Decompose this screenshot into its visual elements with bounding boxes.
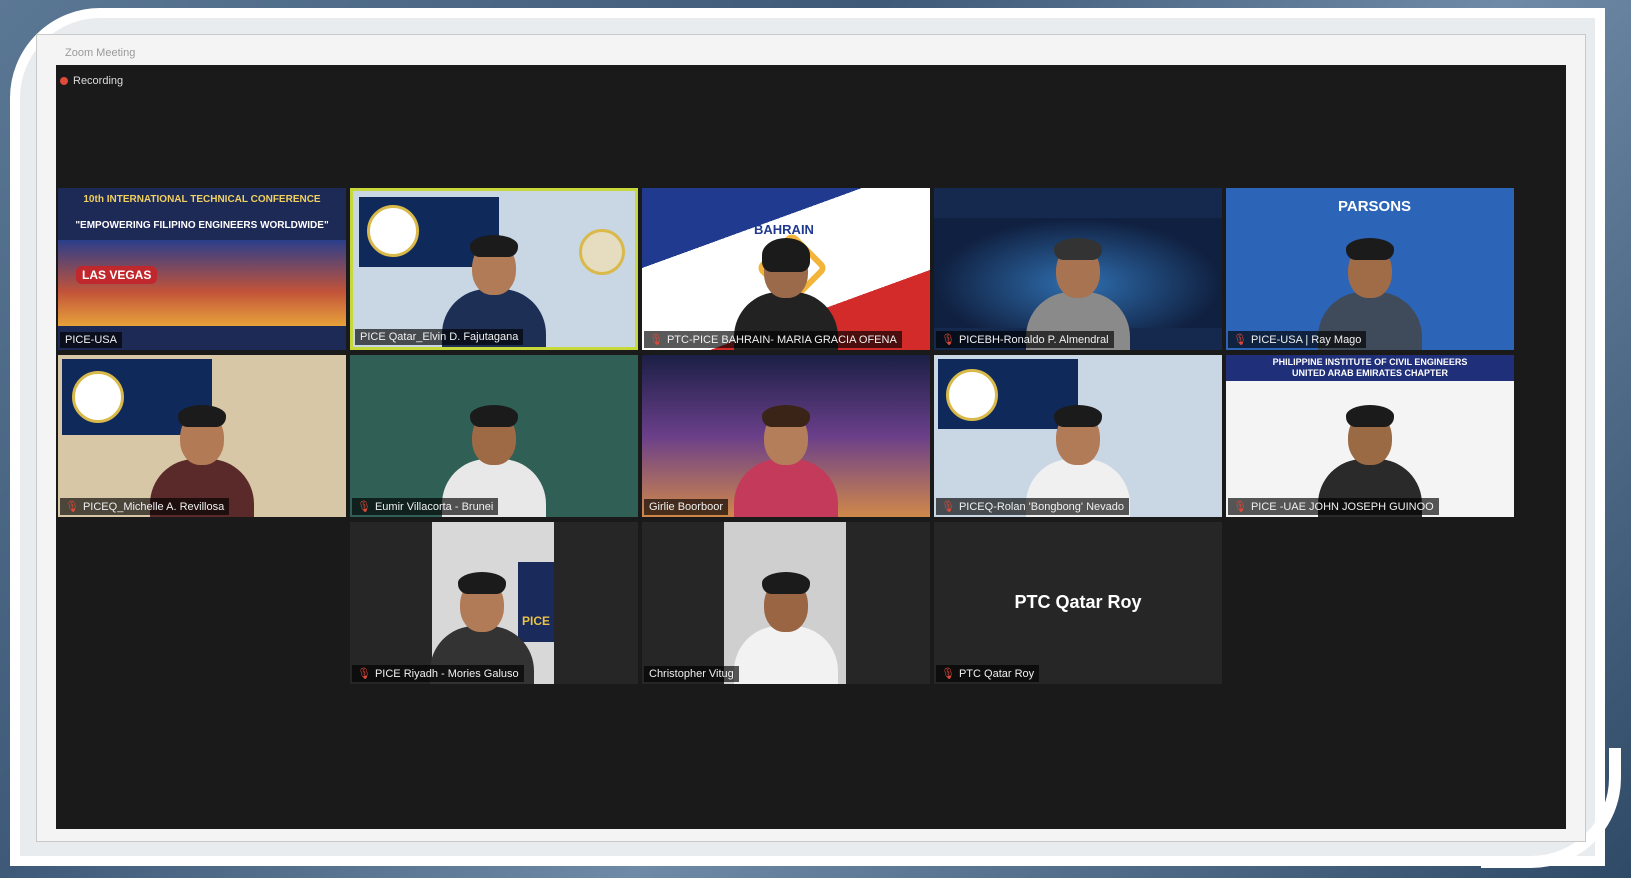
video-tile[interactable]: 🎙 Eumir Villacorta - Brunei [350,355,638,517]
participant-name-label: PICE Qatar_Elvin D. Fajutagana [355,329,524,345]
participant-name-label: 🎙 PICEQ_Michelle A. Revillosa [60,498,230,515]
zoom-window: Zoom Meeting Recording 10th INTERNATIONA… [36,34,1586,842]
participant-video [726,397,846,517]
video-tile[interactable]: 🎙 PICEQ_Michelle A. Revillosa [58,355,346,517]
participant-center-name: PTC Qatar Roy [1014,592,1142,612]
video-tile[interactable]: 10th INTERNATIONAL TECHNICAL CONFERENCE … [58,188,346,350]
recording-indicator[interactable]: Recording [60,75,123,87]
window-title: Zoom Meeting [65,47,136,59]
recording-dot-icon [60,77,68,85]
recording-label: Recording [73,75,124,87]
video-tile[interactable]: PARSONS 🎙 PICE-USA | Ray Mago [1226,188,1514,350]
participant-name-label: Girlie Boorboor [644,499,728,515]
mic-muted-icon: 🎙 [65,501,79,513]
participant-name-label: 🎙 PTC Qatar Roy [936,665,1040,682]
participant-name-label: PICE-USA [60,332,122,348]
participant-name-label: 🎙 PICEBH-Ronaldo P. Almendral [936,331,1114,348]
participant-video [726,564,846,684]
participant-name-label: 🎙 PICE Riyadh - Mories Galuso [352,665,524,682]
mic-muted-icon: 🎙 [357,668,371,680]
uae-banner-line1: PHILIPPINE INSTITUTE OF CIVIL ENGINEERS [1272,357,1468,367]
mic-muted-icon: 🎙 [1233,334,1247,346]
participant-name-label: 🎙 Eumir Villacorta - Brunei [352,498,499,515]
video-tile-active-speaker[interactable]: PICE Qatar_Elvin D. Fajutagana [350,188,638,350]
participant-name-label: Christopher Vitug [644,666,739,682]
conference-title: 10th INTERNATIONAL TECHNICAL CONFERENCE [83,194,321,205]
video-tile[interactable]: 🎙 PICEQ-Rolan 'Bongbong' Nevado [934,355,1222,517]
video-tile[interactable]: 🎙 PICEBH-Ronaldo P. Almendral [934,188,1222,350]
award-seal-icon [579,229,625,275]
pice-emblem-icon [367,205,419,257]
video-tile[interactable]: Christopher Vitug [642,522,930,684]
mic-muted-icon: 🎙 [1233,501,1247,513]
mic-muted-icon: 🎙 [357,501,371,513]
video-tile[interactable]: Girlie Boorboor [642,355,930,517]
mic-muted-icon: 🎙 [941,668,955,680]
participant-name-label: 🎙 PICEQ-Rolan 'Bongbong' Nevado [936,498,1129,515]
video-tile-video-off[interactable]: PTC Qatar Roy 🎙 PTC Qatar Roy [934,522,1222,684]
las-vegas-sign: LAS VEGAS [76,266,158,284]
video-tile[interactable]: BAHRAIN 🎙 PTC-PICE BAHRAIN- MARIA GRACIA… [642,188,930,350]
parsons-logo: PARSONS [1338,198,1412,215]
mic-muted-icon: 🎙 [941,334,955,346]
pice-emblem-icon [946,369,998,421]
video-tile[interactable]: PICE 🎙 PICE Riyadh - Mories Galuso [350,522,638,684]
mic-muted-icon: 🎙 [649,334,663,346]
meeting-gallery: Recording 10th INTERNATIONAL TECHNICAL C… [56,65,1566,829]
mic-muted-icon: 🎙 [941,501,955,513]
uae-banner-line2: UNITED ARAB EMIRATES CHAPTER [1291,368,1448,378]
pice-emblem-icon [72,371,124,423]
participant-name-label: 🎙 PTC-PICE BAHRAIN- MARIA GRACIA OFENA [644,331,902,348]
conference-tagline: "EMPOWERING FILIPINO ENGINEERS WORLDWIDE… [75,220,329,231]
video-tile[interactable]: PHILIPPINE INSTITUTE OF CIVIL ENGINEERS … [1226,355,1514,517]
participant-name-label: 🎙 PICE -UAE JOHN JOSEPH GUINOO [1228,498,1439,515]
participant-name-label: 🎙 PICE-USA | Ray Mago [1228,331,1367,348]
